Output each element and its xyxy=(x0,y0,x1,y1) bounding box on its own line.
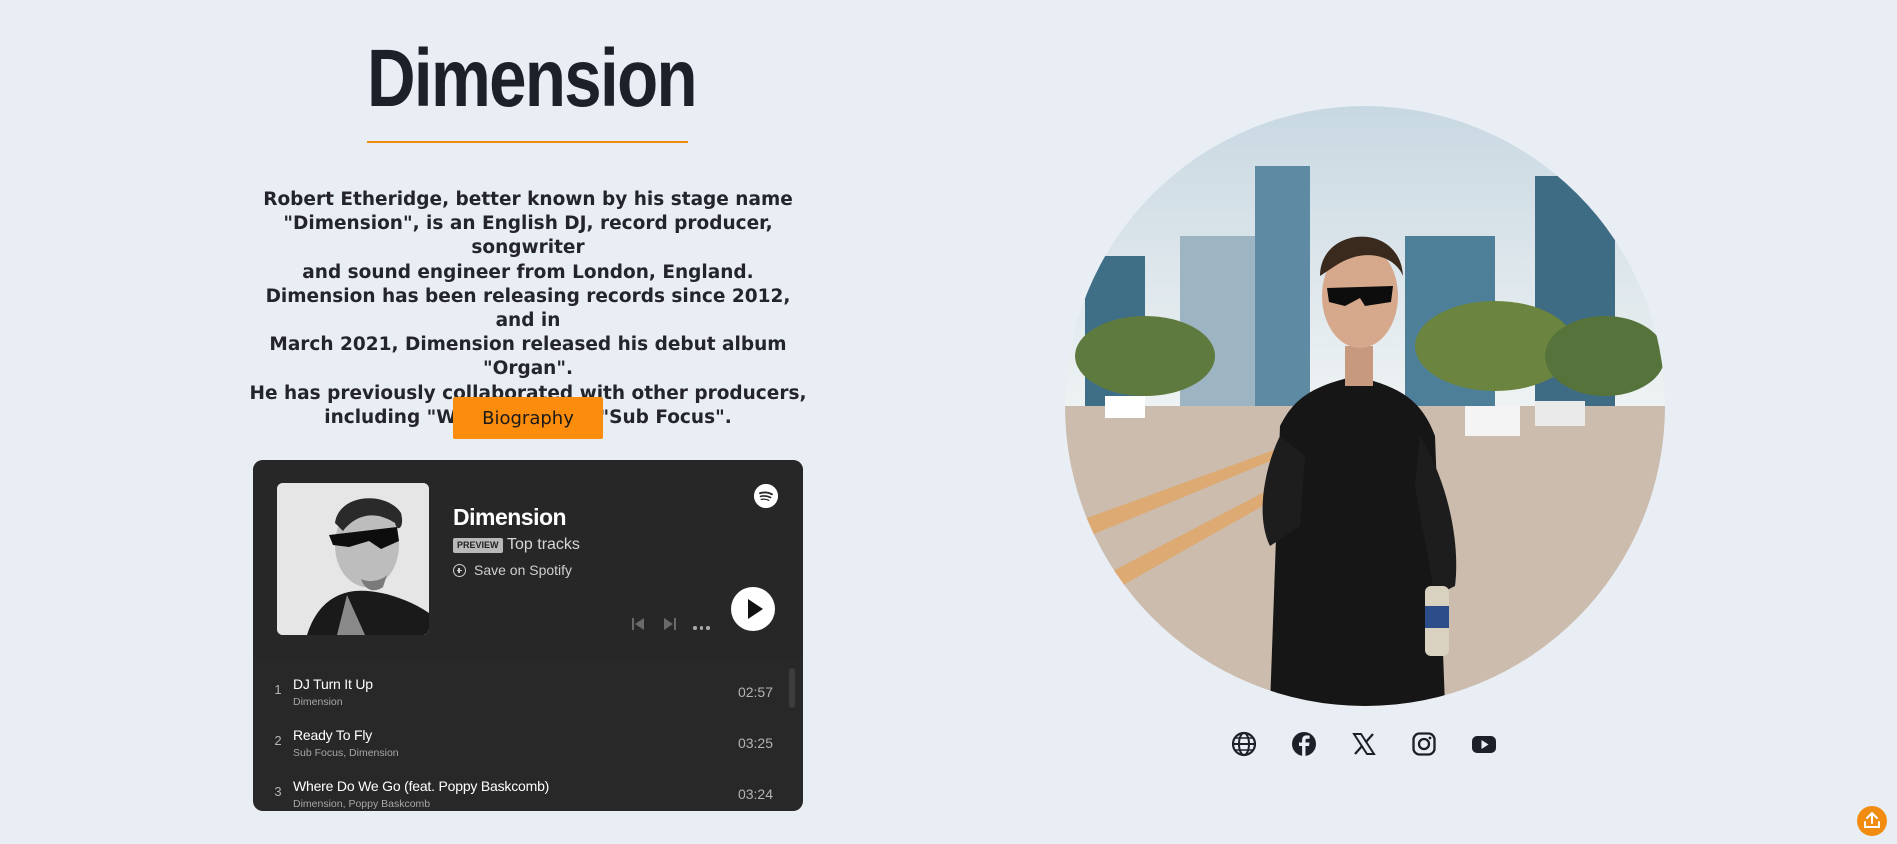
track-row[interactable]: 3 Where Do We Go (feat. Poppy Baskcomb) … xyxy=(253,762,803,811)
globe-icon[interactable] xyxy=(1230,730,1258,758)
artist-bio: Robert Etheridge, better known by his st… xyxy=(248,188,808,430)
title-underline xyxy=(367,141,688,143)
bio-line: March 2021, Dimension released his debut… xyxy=(269,334,787,380)
artist-photo xyxy=(1065,106,1665,706)
more-options-icon[interactable] xyxy=(693,626,710,630)
play-button[interactable] xyxy=(731,587,775,631)
track-name: DJ Turn It Up xyxy=(293,676,373,692)
facebook-icon[interactable] xyxy=(1290,730,1318,758)
previous-track-icon[interactable] xyxy=(631,617,645,631)
track-duration: 02:57 xyxy=(737,684,773,700)
save-label: Save on Spotify xyxy=(474,562,573,578)
scroll-to-top-button[interactable] xyxy=(1857,806,1887,836)
instagram-icon[interactable] xyxy=(1410,730,1438,758)
bio-line: Robert Etheridge, better known by his st… xyxy=(263,189,793,210)
save-on-spotify-button[interactable]: Save on Spotify xyxy=(453,562,572,578)
track-number: 3 xyxy=(274,784,282,799)
biography-button[interactable]: Biography xyxy=(453,397,603,439)
playlist-subtitle: Top tracks xyxy=(507,536,580,553)
track-artists: Sub Focus, Dimension xyxy=(293,747,399,759)
social-links xyxy=(1230,730,1496,760)
bio-line: and sound engineer from London, England. xyxy=(302,261,754,283)
track-artists: Dimension xyxy=(293,696,343,708)
add-circle-icon xyxy=(453,563,466,577)
youtube-icon[interactable] xyxy=(1470,730,1498,758)
bio-line: "Dimension", is an English DJ, record pr… xyxy=(283,213,773,259)
track-row[interactable]: 1 DJ Turn It Up Dimension 02:57 xyxy=(253,660,803,710)
track-number: 2 xyxy=(274,733,282,748)
x-icon[interactable] xyxy=(1350,730,1378,758)
track-number: 1 xyxy=(274,682,282,697)
track-name: Ready To Fly xyxy=(293,727,373,743)
track-name: Where Do We Go (feat. Poppy Baskcomb) xyxy=(293,778,550,794)
track-artists: Dimension, Poppy Baskcomb xyxy=(293,798,431,810)
page-title: Dimension xyxy=(367,33,698,124)
preview-badge: PREVIEW xyxy=(453,538,503,553)
playlist-title[interactable]: Dimension xyxy=(453,504,567,531)
spotify-embed: Dimension PREVIEW Top tracks Save on Spo… xyxy=(253,460,803,811)
track-row[interactable]: 2 Ready To Fly Sub Focus, Dimension 03:2… xyxy=(253,711,803,761)
album-cover[interactable] xyxy=(277,483,429,635)
spotify-logo-icon[interactable] xyxy=(754,484,778,508)
bio-line: Dimension has been releasing records sin… xyxy=(265,285,791,332)
track-list-scrollbar[interactable] xyxy=(789,668,795,708)
track-duration: 03:25 xyxy=(737,735,773,751)
track-duration: 03:24 xyxy=(737,786,773,802)
next-track-icon[interactable] xyxy=(663,617,677,631)
upload-icon xyxy=(1864,812,1880,828)
embed-header: Dimension PREVIEW Top tracks Save on Spo… xyxy=(253,460,803,660)
